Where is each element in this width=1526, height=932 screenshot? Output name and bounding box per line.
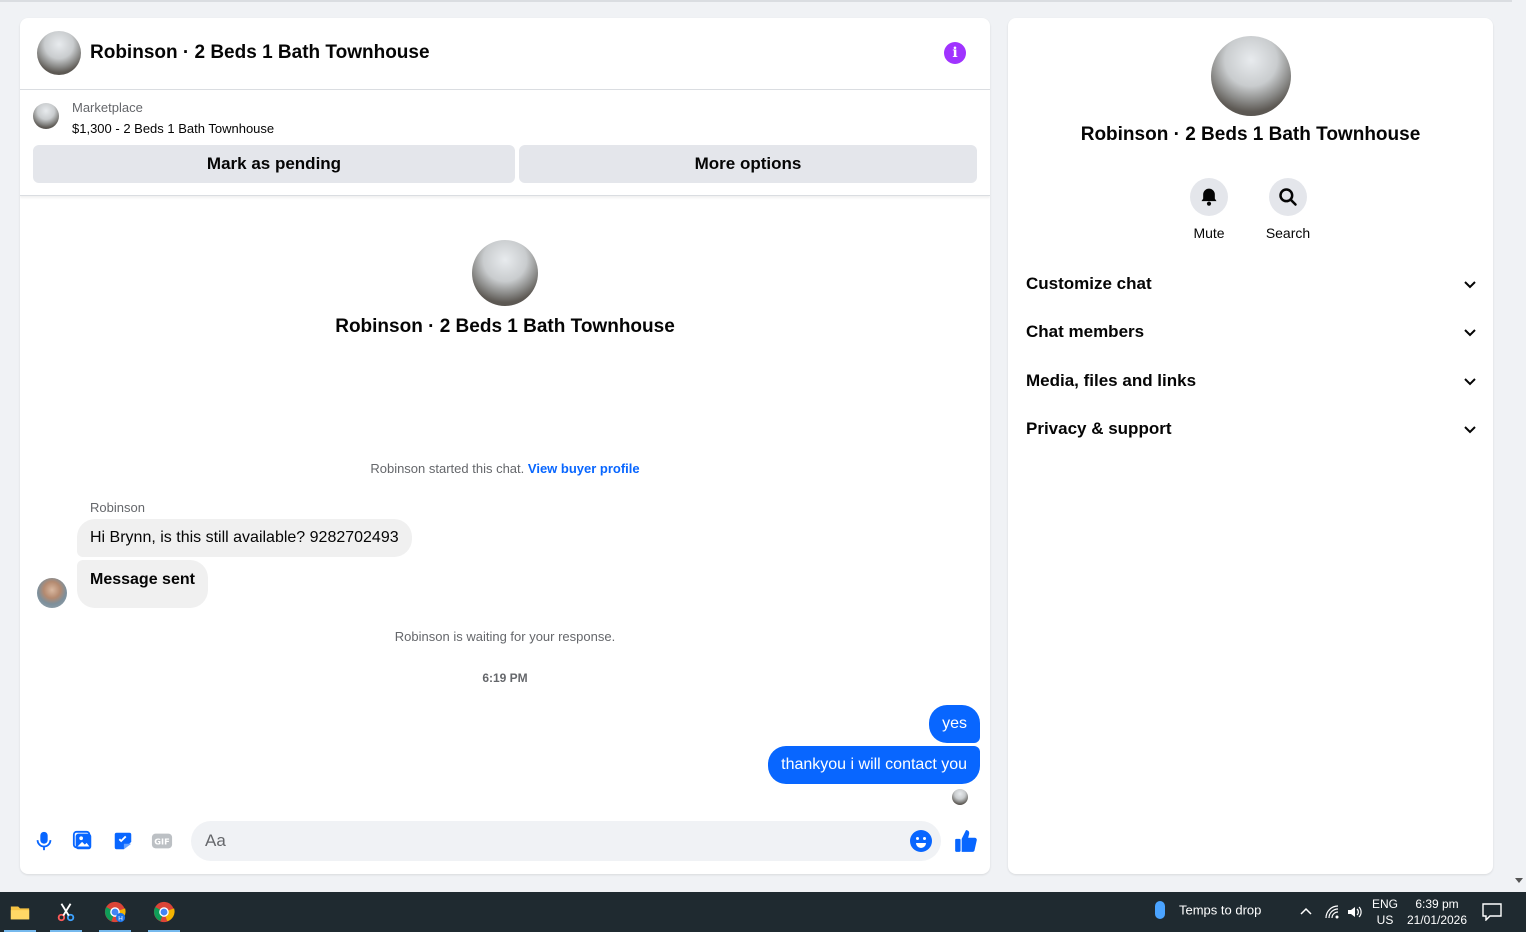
section-label: Media, files and links (1026, 371, 1197, 390)
emoji-icon[interactable] (909, 829, 933, 853)
incoming-message[interactable]: Hi Brynn, is this still available? 92827… (77, 519, 412, 557)
bell-icon[interactable] (1190, 178, 1228, 216)
more-options-button[interactable]: More options (519, 145, 977, 183)
sticker-icon[interactable] (112, 830, 134, 852)
weather-widget[interactable]: Temps to drop (1155, 901, 1262, 920)
search-label: Search (1265, 225, 1311, 241)
svg-text:GIF: GIF (154, 837, 169, 847)
thermometer-icon (1155, 901, 1165, 919)
scissors-icon (57, 903, 75, 922)
info-icon[interactable]: i (944, 42, 966, 64)
weather-text: Temps to drop (1179, 902, 1262, 918)
chat-panel: Robinson · 2 Beds 1 Bath Townhouse i Mar… (20, 18, 990, 874)
outgoing-message[interactable]: thankyou i will contact you (768, 746, 980, 784)
listing-thumbnail[interactable] (33, 103, 59, 129)
svg-text:H: H (118, 914, 123, 922)
section-label: Chat members (1026, 322, 1145, 341)
listing-source: Marketplace (72, 100, 143, 115)
listing-price-title[interactable]: $1,300 - 2 Beds 1 Bath Townhouse (72, 121, 274, 136)
chrome-icon (153, 901, 175, 923)
intro-title: Robinson · 2 Beds 1 Bath Townhouse (335, 316, 675, 337)
language-indicator[interactable]: ENG US (1372, 896, 1398, 928)
search-button[interactable]: Search (1258, 178, 1318, 241)
section-label: Customize chat (1026, 274, 1152, 293)
section-customize-chat[interactable]: Customize chat (1026, 264, 1478, 304)
windows-taskbar: H Temps to drop ENG US 6:39 pm 21/01/202… (0, 892, 1526, 932)
section-media-files-links[interactable]: Media, files and links (1026, 361, 1478, 401)
chevron-down-icon (1464, 378, 1476, 386)
chrome-icon: H (104, 901, 126, 922)
notifications-icon[interactable] (1482, 903, 1502, 921)
microphone-icon[interactable] (33, 830, 55, 852)
listing-bar: Marketplace $1,300 - 2 Beds 1 Bath Townh… (20, 90, 990, 196)
section-label: Privacy & support (1026, 419, 1172, 438)
intro-avatar (472, 240, 538, 306)
network-icon[interactable] (1324, 904, 1340, 920)
seen-indicator-avatar (952, 789, 968, 805)
sender-avatar[interactable] (37, 578, 67, 608)
thumbs-up-icon[interactable] (953, 828, 979, 854)
sender-name: Robinson (90, 500, 145, 515)
page-scrollbar[interactable] (1512, 0, 1526, 892)
top-border (0, 0, 1526, 2)
clock-time: 6:39 pm (1415, 897, 1459, 911)
language-code: ENG (1372, 897, 1399, 911)
snipping-tool-app[interactable] (46, 892, 86, 932)
scroll-down-arrow-icon[interactable] (1515, 878, 1523, 883)
search-icon[interactable] (1269, 178, 1307, 216)
waiting-note: Robinson is waiting for your response. (394, 629, 616, 644)
mute-label: Mute (1193, 225, 1225, 241)
chevron-down-icon (1464, 426, 1476, 434)
message-input[interactable] (191, 821, 941, 861)
mute-button[interactable]: Mute (1179, 178, 1239, 241)
image-icon[interactable] (72, 830, 94, 852)
section-privacy-support[interactable]: Privacy & support (1026, 409, 1478, 449)
chat-header: Robinson · 2 Beds 1 Bath Townhouse i (20, 18, 990, 90)
outgoing-message[interactable]: yes (929, 705, 980, 743)
system-clock[interactable]: 6:39 pm 21/01/2026 (1406, 896, 1468, 928)
info-title: Robinson · 2 Beds 1 Bath Townhouse (1080, 124, 1421, 145)
volume-icon[interactable] (1346, 904, 1362, 920)
info-avatar[interactable] (1211, 36, 1291, 116)
folder-icon (10, 906, 30, 920)
language-region: US (1376, 913, 1394, 927)
file-explorer-app[interactable] (0, 892, 40, 932)
message-composer: GIF (20, 818, 990, 864)
chat-info-panel: Robinson · 2 Beds 1 Bath Townhouse Mute … (1008, 18, 1493, 874)
chevron-down-icon (1464, 281, 1476, 289)
chrome-profile-app[interactable]: H (95, 892, 135, 932)
chat-started-text: Robinson started this chat. (370, 461, 525, 476)
section-chat-members[interactable]: Chat members (1026, 312, 1478, 352)
conversation-avatar[interactable] (37, 31, 81, 75)
conversation-title[interactable]: Robinson · 2 Beds 1 Bath Townhouse (90, 42, 430, 64)
gif-icon[interactable]: GIF (151, 830, 173, 852)
mark-as-pending-button[interactable]: Mark as pending (33, 145, 515, 183)
chevron-down-icon (1464, 329, 1476, 337)
message-timestamp: 6:19 PM (482, 671, 528, 685)
chevron-up-icon[interactable] (1298, 904, 1314, 920)
chrome-app[interactable] (144, 892, 184, 932)
view-buyer-profile-link[interactable]: View buyer profile (528, 461, 640, 476)
incoming-message[interactable]: Message sent (77, 560, 208, 608)
chat-started-note: Robinson started this chat. View buyer p… (20, 461, 990, 476)
clock-date: 21/01/2026 (1406, 913, 1468, 927)
